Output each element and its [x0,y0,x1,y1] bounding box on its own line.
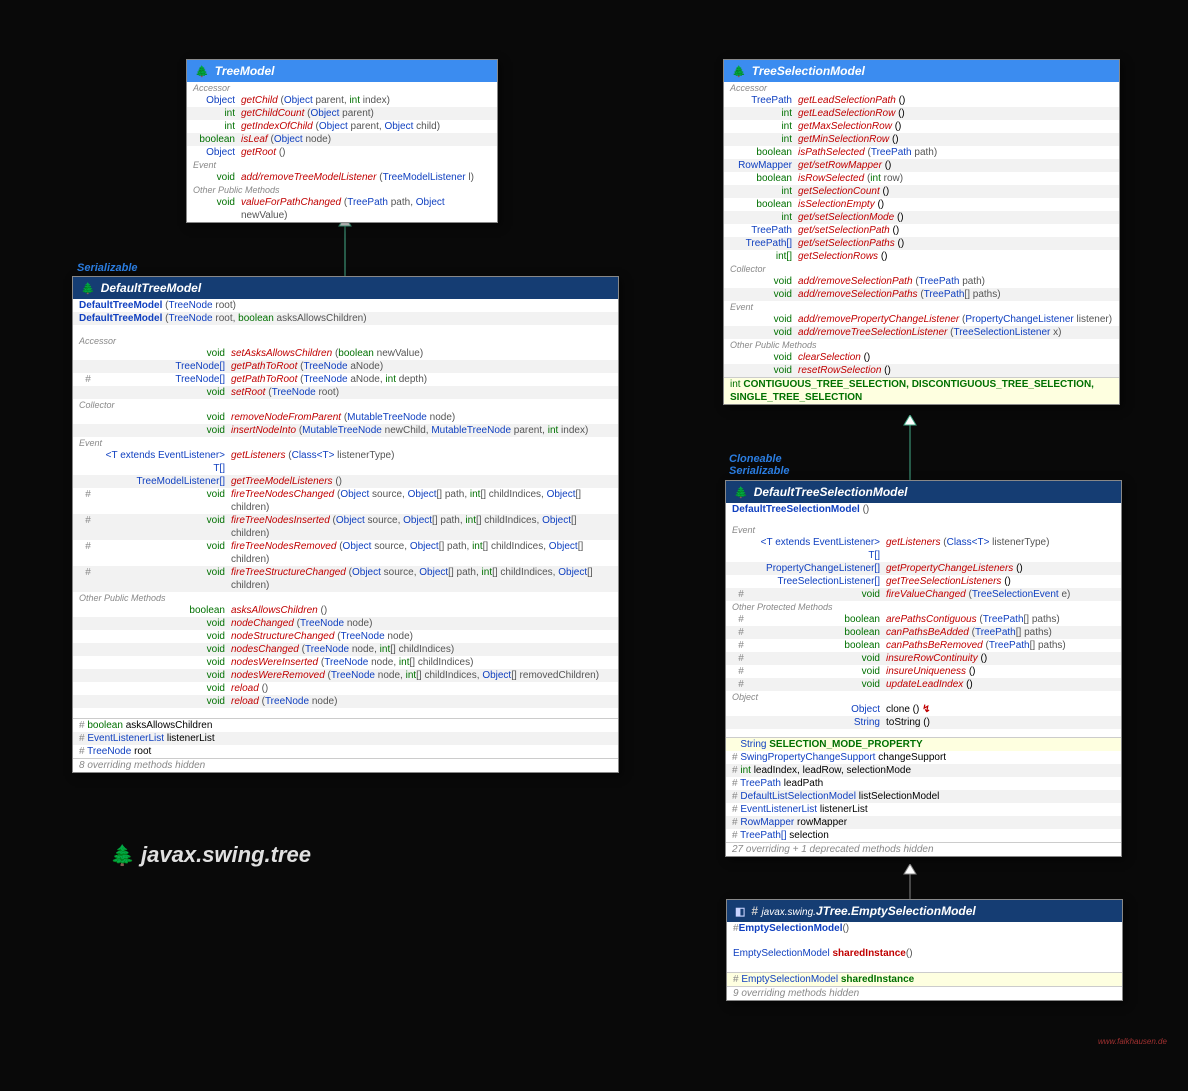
footnote: 8 overriding methods hidden [73,758,618,772]
connector-dtsm-esm [895,864,925,902]
class-icon [735,904,745,918]
stereotype-cloneable: Cloneable [729,453,782,465]
stereotype-serializable-1: Serializable [77,262,138,274]
header-dtsm: DefaultTreeSelectionModel [726,481,1121,503]
tree-icon [734,485,748,499]
footnote: 27 overriding + 1 deprecated methods hid… [726,842,1121,856]
class-defaulttreeselectionmodel: DefaultTreeSelectionModel DefaultTreeSel… [725,480,1122,857]
section-event: Event [724,301,1119,313]
tree-icon [732,64,746,78]
section-object: Object [726,691,1121,703]
footnote: 9 overriding methods hidden [727,986,1122,1000]
tree-icon [195,64,209,78]
header-esm: # javax.swing.JTree.EmptySelectionModel [727,900,1122,922]
section-accessor: Accessor [187,82,497,94]
section-other: Other Public Methods [724,339,1119,351]
section-event: Event [187,159,497,171]
section-event: Event [73,437,618,449]
header-defaulttreemodel: DefaultTreeModel [73,277,618,299]
section-collector: Collector [724,263,1119,275]
section-accessor: Accessor [724,82,1119,94]
interface-treeselectionmodel: TreeSelectionModel Accessor TreePathgetL… [723,59,1120,405]
section-collector: Collector [73,399,618,411]
stereotype-serializable-2: Serializable [729,465,790,477]
class-defaulttreemodel: DefaultTreeModel DefaultTreeModel (TreeN… [72,276,619,773]
connector-tsm-dtsm [895,415,925,483]
header-treemodel: TreeModel [187,60,497,82]
class-emptyselectionmodel: # javax.swing.JTree.EmptySelectionModel … [726,899,1123,1001]
connector-treemodel-default [330,216,360,281]
section-other: Other Public Methods [73,592,618,604]
section-protected: Other Protected Methods [726,601,1121,613]
section-other: Other Public Methods [187,184,497,196]
section-event: Event [726,524,1121,536]
tree-icon [110,842,135,867]
section-accessor: Accessor [73,335,618,347]
package-label: javax.swing.tree [110,842,311,868]
header-tsm: TreeSelectionModel [724,60,1119,82]
interface-treemodel: TreeModel Accessor ObjectgetChild (Objec… [186,59,498,223]
watermark: www.falkhausen.de [1098,1037,1167,1046]
tree-icon [81,281,95,295]
